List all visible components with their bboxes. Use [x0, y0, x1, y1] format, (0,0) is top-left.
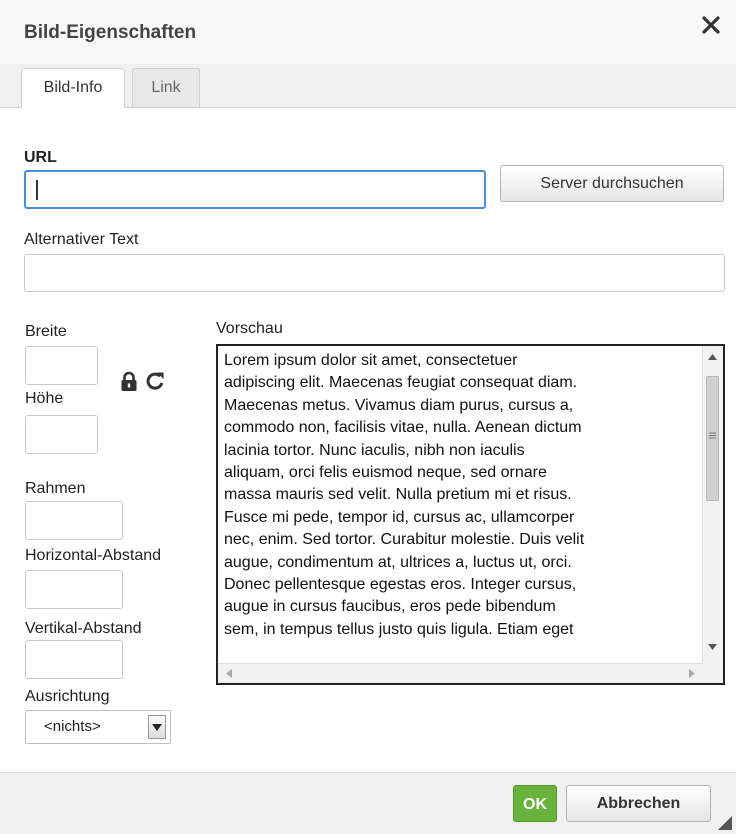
preview-text: Lorem ipsum dolor sit amet, consectetuer…	[224, 350, 686, 641]
preview-box[interactable]: Lorem ipsum dolor sit amet, consectetuer…	[216, 344, 725, 685]
align-label: Ausrichtung	[25, 688, 110, 705]
preview-line: nec, enim. Sed tortor. Curabitur molesti…	[224, 531, 585, 549]
preview-line: aliquam, orci felis euismod neque, sed o…	[224, 464, 547, 482]
close-icon[interactable]	[700, 14, 722, 36]
vspace-input[interactable]	[25, 640, 123, 679]
scroll-left-arrow-icon[interactable]	[226, 669, 232, 678]
scroll-up-arrow-icon[interactable]	[708, 354, 717, 360]
cancel-button[interactable]: Abbrechen	[566, 785, 711, 822]
chevron-down-icon	[152, 724, 162, 731]
text-cursor	[36, 180, 38, 200]
preview-vertical-scrollbar[interactable]	[702, 346, 723, 664]
preview-line: Lorem ipsum dolor sit amet, consectetuer	[224, 352, 518, 369]
preview-line: massa mauris sed velit. Nulla pretium mi…	[224, 486, 572, 504]
browse-server-button[interactable]: Server durchsuchen	[500, 165, 724, 202]
border-input[interactable]	[25, 501, 123, 540]
preview-label: Vorschau	[216, 320, 283, 337]
url-label: URL	[24, 149, 57, 166]
preview-line: Maecenas metus. Vivamus diam purus, curs…	[224, 396, 574, 414]
reset-icon[interactable]	[145, 371, 165, 391]
url-input[interactable]	[24, 170, 486, 209]
ok-button[interactable]: OK	[513, 785, 557, 822]
hspace-label: Horizontal-Abstand	[25, 547, 162, 564]
alt-text-label: Alternativer Text	[24, 231, 139, 248]
vspace-label: Vertikal-Abstand	[25, 620, 142, 637]
tab-bar: Bild-Info Link	[0, 64, 736, 108]
hspace-input[interactable]	[25, 570, 123, 609]
preview-line: augue in cursus faucibus, eros pede bibe…	[224, 598, 556, 616]
tab-image-info[interactable]: Bild-Info	[21, 68, 125, 108]
height-label: Höhe	[25, 390, 64, 407]
tab-link[interactable]: Link	[132, 68, 200, 107]
dialog-titlebar: Bild-Eigenschaften	[0, 0, 736, 65]
resize-handle-icon[interactable]	[718, 816, 732, 830]
preview-line: commodo non, facilisis vitae, nulla. Aen…	[224, 419, 582, 437]
preview-line: Donec pellentesque egestas eros. Integer…	[224, 576, 577, 594]
preview-line: sem, in tempus tellus justo quis ligula.…	[224, 620, 574, 638]
preview-line: Fusce mi pede, tempor id, cursus ac, ull…	[224, 508, 575, 526]
vertical-scroll-thumb[interactable]	[706, 376, 719, 501]
alt-text-input[interactable]	[24, 254, 725, 292]
preview-line: adipiscing elit. Maecenas feugiat conseq…	[224, 374, 578, 392]
dialog-title: Bild-Eigenschaften	[24, 22, 197, 43]
lock-icon[interactable]	[120, 371, 138, 393]
width-input[interactable]	[25, 346, 98, 385]
scroll-right-arrow-icon[interactable]	[689, 669, 695, 678]
height-input[interactable]	[25, 415, 98, 454]
preview-line: lacinia tortor. Nunc iaculis, nibh non i…	[224, 441, 525, 459]
width-label: Breite	[25, 323, 67, 340]
preview-line: augue, condimentum at, ultrices a, luctu…	[224, 553, 572, 571]
border-label: Rahmen	[25, 480, 86, 497]
align-dropdown-button[interactable]	[148, 715, 166, 739]
preview-horizontal-scrollbar[interactable]	[218, 663, 703, 683]
align-select-value: <nichts>	[44, 718, 101, 735]
grip-icon	[709, 432, 716, 439]
scroll-down-arrow-icon[interactable]	[708, 644, 717, 650]
align-select[interactable]: <nichts>	[25, 710, 171, 744]
scrollbar-corner	[703, 664, 723, 683]
